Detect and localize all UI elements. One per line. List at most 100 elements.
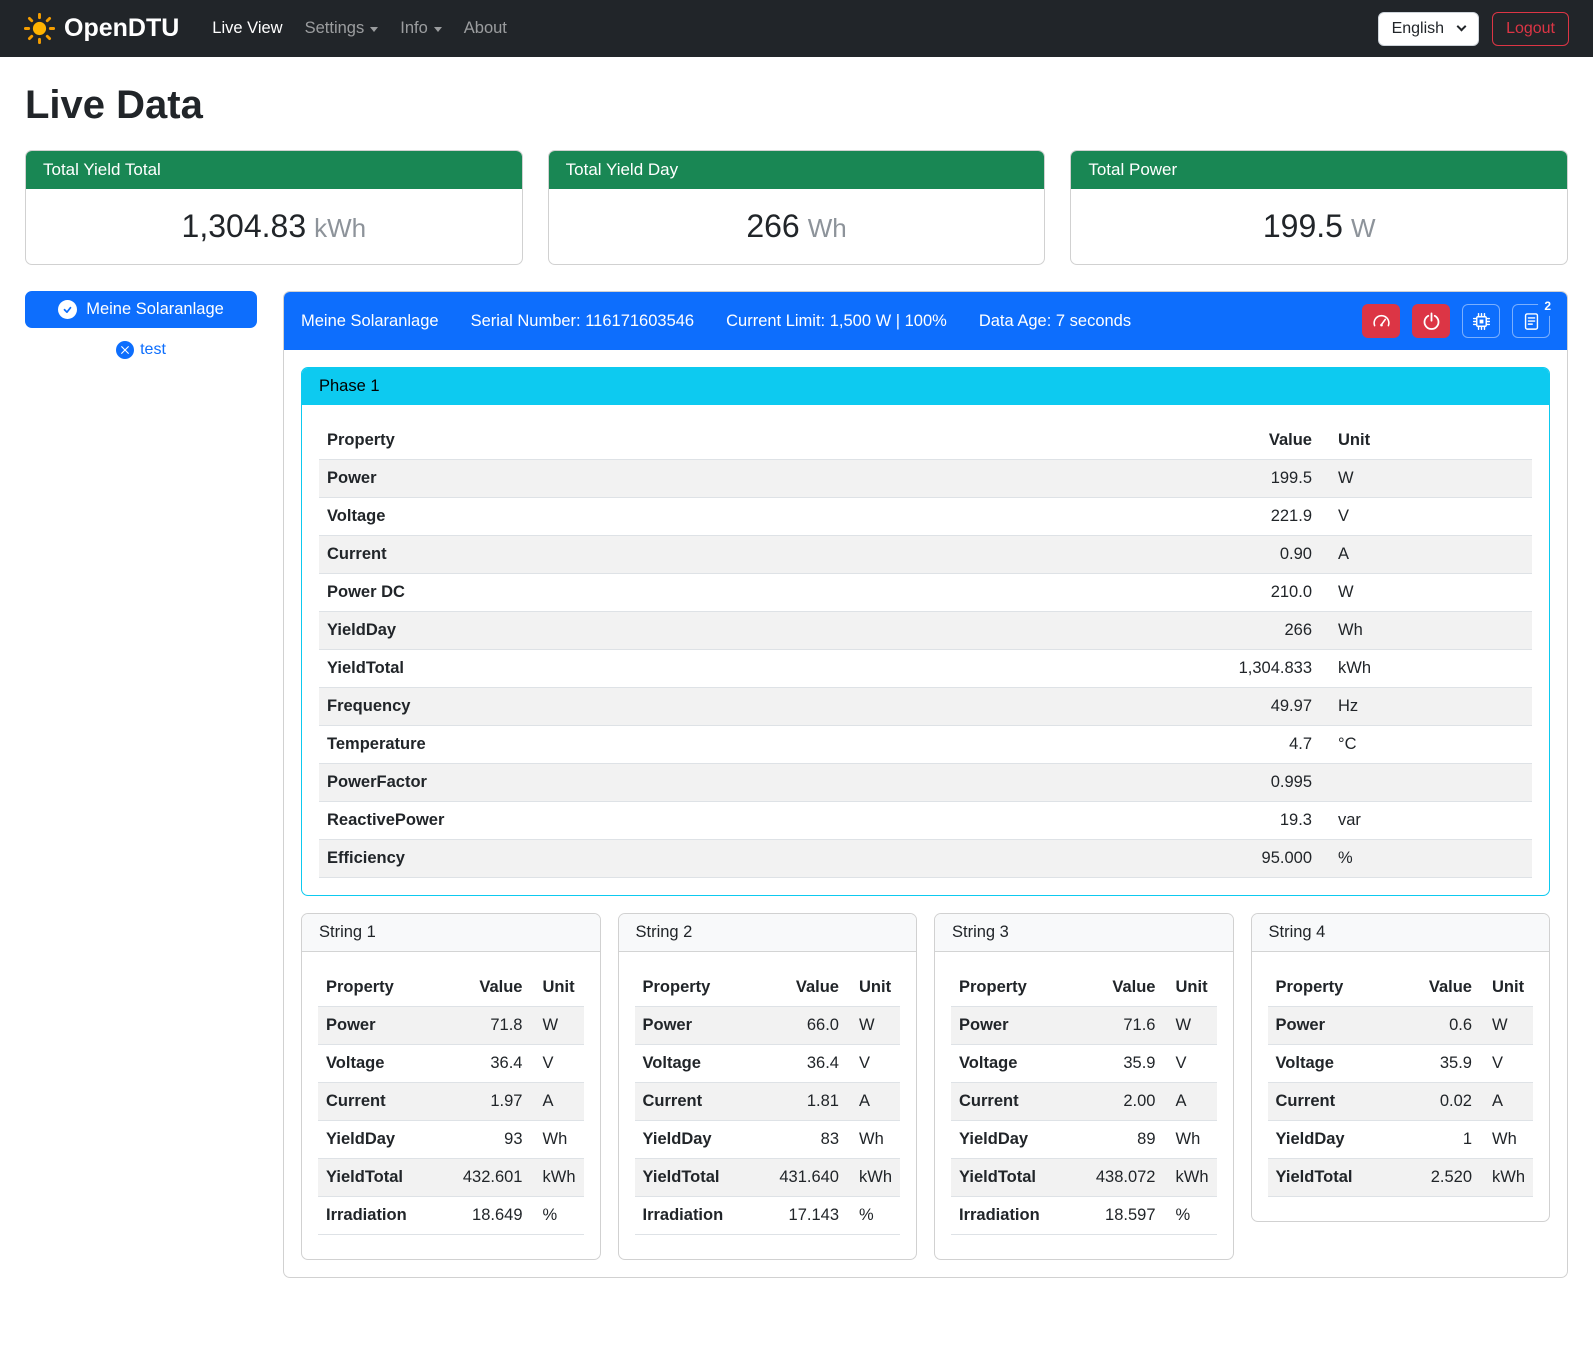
table-row: Current 0.02 A (1268, 1083, 1534, 1121)
property-cell: YieldTotal (1268, 1159, 1389, 1197)
nav-info-label: Info (400, 19, 428, 38)
table-row: YieldDay 89 Wh (951, 1121, 1217, 1159)
property-cell: PowerFactor (319, 764, 918, 802)
inverter-card-header: Meine Solaranlage Serial Number: 1161716… (284, 292, 1567, 350)
nav-item-settings[interactable]: Settings (294, 11, 390, 46)
string-title: String 4 (1252, 914, 1550, 952)
table-row: Efficiency 95.000 % (319, 840, 1532, 878)
nav-item-live-view[interactable]: Live View (201, 11, 293, 46)
table-row: PowerFactor 0.995 (319, 764, 1532, 802)
main-nav: Live View Settings Info About (201, 11, 518, 46)
string-1-table: Property Value Unit Power 71.8 W Voltage… (318, 969, 584, 1235)
unit-cell: % (531, 1197, 584, 1235)
value-cell: 1.97 (439, 1083, 531, 1121)
value-header: Value (755, 969, 847, 1007)
property-cell: Current (1268, 1083, 1389, 1121)
value-cell: 0.02 (1388, 1083, 1480, 1121)
unit-cell: °C (1320, 726, 1532, 764)
x-circle-icon (116, 341, 134, 359)
table-row: YieldDay 83 Wh (635, 1121, 901, 1159)
power-button[interactable] (1412, 304, 1450, 338)
limit-settings-button[interactable] (1362, 304, 1400, 338)
value-cell: 2.00 (1072, 1083, 1164, 1121)
property-cell: Power (1268, 1007, 1389, 1045)
unit-cell: V (1164, 1045, 1217, 1083)
language-select[interactable]: English (1378, 12, 1479, 46)
card-total-yield-day: Total Yield Day 266Wh (548, 150, 1046, 265)
unit-cell: W (531, 1007, 584, 1045)
check-circle-icon (58, 300, 77, 319)
unit-cell: Wh (1480, 1121, 1533, 1159)
table-row: Current 0.90 A (319, 536, 1532, 574)
table-row: Current 2.00 A (951, 1083, 1217, 1121)
table-row: Temperature 4.7 °C (319, 726, 1532, 764)
property-header: Property (635, 969, 756, 1007)
card-unit: W (1351, 213, 1376, 243)
brand-label: OpenDTU (64, 14, 179, 43)
inverter-select-test[interactable]: test (25, 341, 257, 359)
string-title: String 1 (302, 914, 600, 952)
table-row: Power 0.6 W (1268, 1007, 1534, 1045)
value-cell: 18.649 (439, 1197, 531, 1235)
table-row: Voltage 35.9 V (1268, 1045, 1534, 1083)
value-cell: 2.520 (1388, 1159, 1480, 1197)
unit-cell: W (1320, 574, 1532, 612)
table-row: Power 71.8 W (318, 1007, 584, 1045)
property-cell: Current (319, 536, 918, 574)
string-card-2: String 2 Property Value Unit (618, 913, 918, 1260)
string-title: String 2 (619, 914, 917, 952)
unit-cell: % (847, 1197, 900, 1235)
unit-cell: V (1320, 498, 1532, 536)
string-card-1: String 1 Property Value Unit (301, 913, 601, 1260)
property-cell: Power (318, 1007, 439, 1045)
nav-item-about[interactable]: About (453, 11, 518, 46)
table-row: Irradiation 18.597 % (951, 1197, 1217, 1235)
unit-cell: V (531, 1045, 584, 1083)
sun-logo-icon (24, 13, 55, 44)
value-cell: 17.143 (755, 1197, 847, 1235)
unit-cell: kWh (1320, 650, 1532, 688)
table-row: Current 1.97 A (318, 1083, 584, 1121)
value-cell: 266 (918, 612, 1320, 650)
device-info-button[interactable] (1462, 304, 1500, 338)
string-2-table: Property Value Unit Power 66.0 W Voltage… (635, 969, 901, 1235)
property-cell: Current (951, 1083, 1072, 1121)
string-4-table: Property Value Unit Power 0.6 W Voltage … (1268, 969, 1534, 1197)
unit-cell: A (1480, 1083, 1533, 1121)
phase-title: Phase 1 (302, 368, 1549, 405)
inverter-data-age: Data Age: 7 seconds (979, 312, 1131, 331)
table-row: Voltage 36.4 V (635, 1045, 901, 1083)
unit-cell: V (847, 1045, 900, 1083)
table-row: Current 1.81 A (635, 1083, 901, 1121)
value-cell: 0.6 (1388, 1007, 1480, 1045)
card-total-yield-total: Total Yield Total 1,304.83kWh (25, 150, 523, 265)
unit-cell: % (1164, 1197, 1217, 1235)
value-cell: 18.597 (1072, 1197, 1164, 1235)
logout-button[interactable]: Logout (1492, 12, 1569, 46)
property-cell: YieldDay (951, 1121, 1072, 1159)
unit-cell (1320, 764, 1532, 802)
journal-list-icon (1522, 312, 1541, 331)
nav-item-info[interactable]: Info (389, 11, 453, 46)
property-cell: YieldTotal (951, 1159, 1072, 1197)
brand-logo[interactable]: OpenDTU (24, 13, 179, 44)
property-header: Property (319, 422, 918, 460)
unit-cell: V (1480, 1045, 1533, 1083)
unit-header: Unit (1480, 969, 1533, 1007)
unit-cell: Wh (1164, 1121, 1217, 1159)
value-cell: 36.4 (439, 1045, 531, 1083)
language-value: English (1392, 20, 1444, 38)
unit-cell: A (1320, 536, 1532, 574)
inverter-select-meine-solaranlage[interactable]: Meine Solaranlage (25, 291, 257, 328)
card-value: 1,304.83 (182, 208, 307, 244)
table-row: Power 199.5 W (319, 460, 1532, 498)
card-title: Total Yield Day (549, 151, 1045, 189)
value-header: Value (918, 422, 1320, 460)
event-count-badge: 2 (1538, 296, 1557, 316)
unit-cell: kWh (531, 1159, 584, 1197)
table-header-row: Property Value Unit (951, 969, 1217, 1007)
table-row: Voltage 221.9 V (319, 498, 1532, 536)
chevron-down-icon (1457, 22, 1467, 32)
unit-header: Unit (847, 969, 900, 1007)
event-log-button[interactable]: 2 (1512, 304, 1550, 338)
